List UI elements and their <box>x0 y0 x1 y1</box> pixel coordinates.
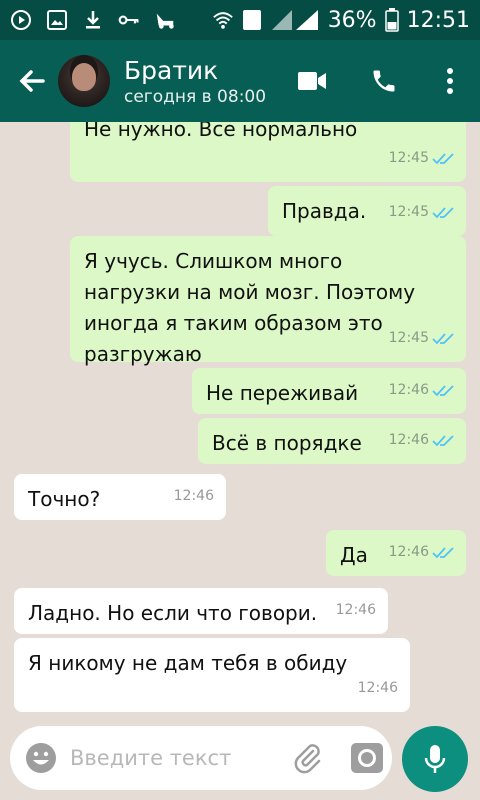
message-outgoing[interactable]: Я учусь. Слишком много нагрузки на мой м… <box>70 236 466 366</box>
message-meta: 12:46 <box>174 481 214 512</box>
message-text: Правда. <box>282 199 367 223</box>
message-meta: 12:46 <box>389 537 454 568</box>
more-vertical-icon <box>447 68 453 94</box>
message-time: 12:45 <box>388 330 429 346</box>
back-arrow-icon <box>19 70 45 92</box>
sim-icon <box>242 9 262 31</box>
download-icon <box>82 9 104 31</box>
wifi-icon <box>212 9 234 31</box>
contact-name: Братик <box>124 55 219 85</box>
voice-record-button[interactable] <box>402 726 468 792</box>
chat-header: Братик сегодня в 08:00 <box>0 40 480 122</box>
clock: 12:51 <box>406 7 470 33</box>
phone-icon <box>373 70 395 92</box>
message-incoming[interactable]: Я никому не дам тебя в обиду 12:46 <box>14 638 410 712</box>
message-outgoing[interactable]: Да 12:46 <box>326 530 466 576</box>
message-time: 12:46 <box>388 382 429 398</box>
play-icon <box>10 9 32 31</box>
attach-icon[interactable] <box>292 742 324 774</box>
voice-call-button[interactable] <box>348 40 420 122</box>
message-time: 12:45 <box>388 150 429 166</box>
message-incoming[interactable]: Точно? 12:46 <box>14 474 226 520</box>
gallery-icon <box>46 9 68 31</box>
compose-bar <box>0 720 480 800</box>
emoji-icon[interactable] <box>24 741 58 775</box>
camera-icon[interactable] <box>350 742 384 774</box>
contact-info[interactable]: Братик сегодня в 08:00 <box>124 56 266 107</box>
message-text: Я никому не дам тебя в обиду <box>28 651 348 675</box>
message-text: Не переживай <box>206 381 359 405</box>
message-outgoing[interactable]: Не переживай 12:46 <box>192 368 466 414</box>
status-bar: 36% 12:51 <box>0 0 480 40</box>
message-input[interactable] <box>70 746 280 770</box>
message-meta: 12:45 <box>389 197 454 228</box>
message-text: Не нужно. Все нормально <box>84 122 358 141</box>
avatar[interactable] <box>58 55 110 107</box>
message-time: 12:46 <box>357 680 398 696</box>
signal-icon <box>270 9 320 31</box>
message-text: Я учусь. Слишком много нагрузки на мой м… <box>84 249 416 366</box>
message-meta: 12:45 <box>389 323 454 354</box>
read-receipt-icon <box>432 152 454 166</box>
message-incoming[interactable]: Ладно. Но если что говори. 12:46 <box>14 588 388 634</box>
battery-percent: 36% <box>327 7 377 33</box>
message-meta: 12:46 <box>336 595 376 626</box>
microphone-icon <box>424 745 446 773</box>
message-text: Да <box>340 543 368 567</box>
read-receipt-icon <box>432 206 454 220</box>
message-meta: 12:46 <box>389 425 454 456</box>
mower-icon <box>154 9 176 31</box>
battery-icon <box>384 8 399 32</box>
message-text: Ладно. Но если что говори. <box>28 601 318 625</box>
message-time: 12:46 <box>388 544 429 560</box>
message-text: Всё в порядке <box>212 431 362 455</box>
read-receipt-icon <box>432 332 454 346</box>
message-meta: 12:45 <box>389 143 454 174</box>
back-button[interactable] <box>6 40 58 122</box>
last-seen: сегодня в 08:00 <box>124 86 267 107</box>
message-time: 12:46 <box>388 432 429 448</box>
read-receipt-icon <box>432 434 454 448</box>
video-camera-icon <box>298 72 326 90</box>
key-icon <box>118 9 140 31</box>
read-receipt-icon <box>432 546 454 560</box>
message-outgoing[interactable]: Не нужно. Все нормально 12:45 <box>70 122 466 182</box>
message-meta: 12:46 <box>389 375 454 406</box>
read-receipt-icon <box>432 384 454 398</box>
message-outgoing[interactable]: Правда. 12:45 <box>268 186 466 236</box>
compose-box <box>10 726 392 790</box>
message-meta: 12:46 <box>358 673 398 704</box>
message-time: 12:46 <box>335 602 376 618</box>
message-text: Точно? <box>28 487 101 511</box>
more-options-button[interactable] <box>420 40 480 122</box>
video-call-button[interactable] <box>276 40 348 122</box>
message-outgoing[interactable]: Всё в порядке 12:46 <box>198 418 466 464</box>
message-list[interactable]: Не нужно. Все нормально 12:45 Правда. 12… <box>0 122 480 720</box>
message-time: 12:46 <box>173 488 214 504</box>
message-time: 12:45 <box>388 204 429 220</box>
